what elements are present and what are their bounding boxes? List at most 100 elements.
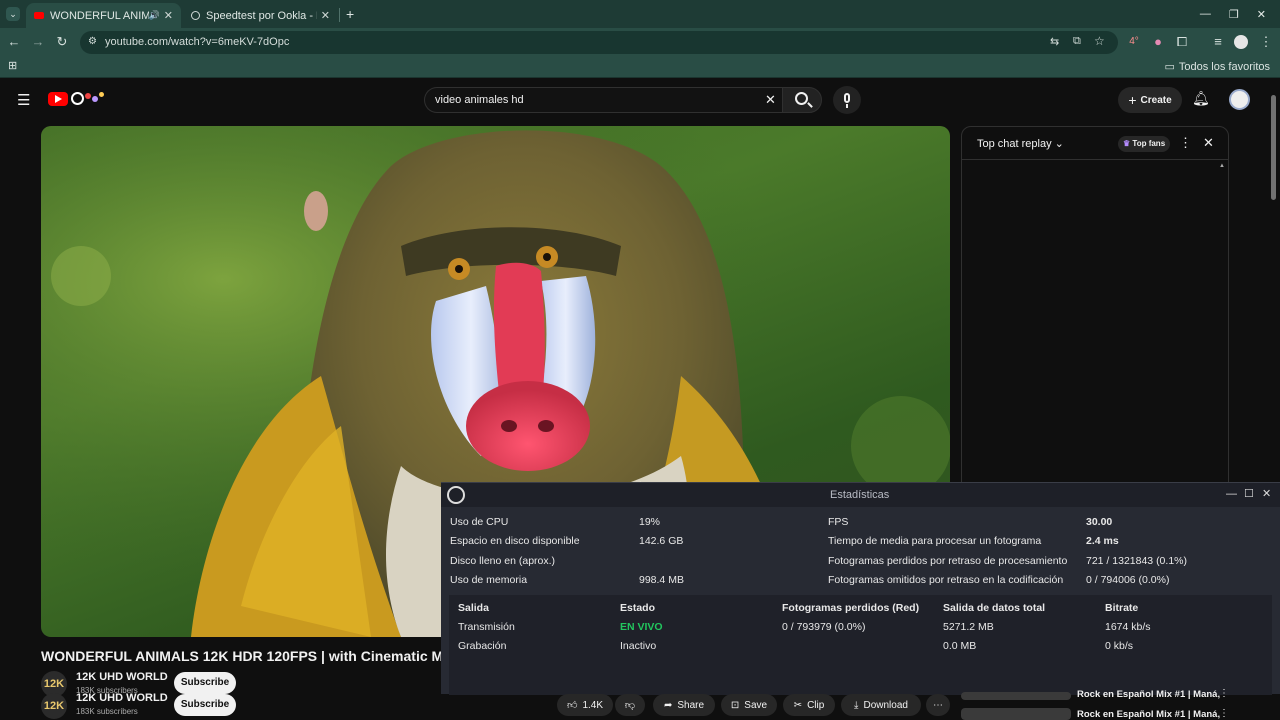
table-cell: Grabación [458,640,507,652]
stat-value: 721 / 1321843 (0.1%) [1086,555,1187,567]
chrome-menu-icon[interactable]: ⋮ [1258,34,1274,50]
bookmarks-bar: ⊞ ▭ Todos los favoritos [0,56,1280,78]
tab-youtube[interactable]: WONDERFUL ANIMA 🔊 ✕ [26,3,181,28]
obs-close-icon[interactable]: ✕ [1262,487,1271,500]
speedtest-favicon-icon [191,11,200,20]
obs-maximize-icon[interactable]: ☐ [1244,487,1254,500]
restore-icon[interactable]: ❐ [1229,8,1239,21]
recommendation-more-icon[interactable]: ⋮ [1219,688,1229,699]
extension-icon[interactable]: ● [1150,34,1166,50]
tab-search-button[interactable]: ⌄ [6,7,20,21]
back-icon[interactable]: ← [6,34,22,50]
voice-search-button[interactable] [833,86,861,114]
tab-label: WONDERFUL ANIMA [50,9,149,22]
share-icon: ➦ [663,699,673,711]
address-bar[interactable]: ⚙ youtube.com/watch?v=6meKV-7dOpc ⇆ ⧉ ☆ [80,31,1118,54]
search-button[interactable] [782,87,822,113]
recommendation-thumbnail[interactable] [961,708,1071,720]
all-bookmarks-folder[interactable]: ▭ Todos los favoritos [1164,60,1270,73]
top-fans-badge[interactable]: ♛ Top fans [1118,136,1171,152]
extensions-puzzle-icon[interactable]: ⧠ [1174,34,1190,50]
notifications-bell-icon[interactable]: 🔔︎ [1192,90,1210,107]
channel-name[interactable]: 12K UHD WORLD [76,671,168,683]
obs-minimize-icon[interactable]: — [1226,488,1237,500]
recommendation-title[interactable]: Rock en Español Mix #1 | Maná, [1077,709,1220,720]
share-button[interactable]: ➦ Share [653,694,715,716]
chat-scroll-up-icon[interactable]: ▲ [1219,163,1225,169]
account-avatar[interactable] [1229,89,1250,110]
stat-label: Fotogramas omitidos por retraso en la co… [828,574,1064,586]
create-label: Create [1140,94,1172,106]
plus-icon: + [1128,92,1137,108]
page-scrollbar[interactable] [1271,95,1276,200]
profile-avatar[interactable] [1234,35,1248,49]
forward-icon[interactable]: → [30,34,46,50]
close-window-icon[interactable]: ✕ [1257,8,1266,21]
recommendation-thumbnail[interactable] [961,692,1071,700]
site-info-icon[interactable]: ⚙ [88,36,97,47]
table-header: Estado [620,602,656,614]
new-tab-icon[interactable]: + [346,6,354,22]
table-cell: 0 / 793979 (0.0%) [782,621,866,633]
dislike-button[interactable]: 👎︎ [615,694,645,716]
subscriber-count-sticky: 183K subscribers [76,707,138,716]
clip-button[interactable]: ✂ Clip [783,694,835,716]
table-header: Fotogramas perdidos (Red) [782,602,920,614]
youtube-header: ☰ video animales hd ✕ + Create 🔔︎ [0,80,1280,120]
top-fans-label: Top fans [1132,139,1166,148]
live-chat-panel: Top chat replay ⌄ ♛ Top fans ⋮ ✕ ▲ [961,126,1229,496]
close-tab-icon[interactable]: ✕ [321,9,330,22]
table-cell: 0.0 MB [943,640,977,652]
share-label: Share [677,699,705,711]
reload-icon[interactable]: ↻ [54,34,70,50]
chevron-down-icon: ⌄ [1054,138,1064,150]
download-button[interactable]: ⤓ Download [841,694,921,716]
chat-mode-dropdown[interactable]: Top chat replay ⌄ [977,137,1064,150]
tab-divider [339,8,340,22]
browser-tab-strip: ⌄ WONDERFUL ANIMA 🔊 ✕ Speedtest por Ookl… [0,0,1280,28]
reading-list-icon[interactable]: ≡ [1210,34,1226,50]
more-actions-button[interactable]: ⋯ [926,694,950,716]
extension-weather-icon[interactable]: 4° [1126,34,1142,50]
create-button[interactable]: + Create [1118,87,1182,113]
stat-label: Uso de memoria [450,574,528,586]
clear-search-icon[interactable]: ✕ [765,92,776,108]
folder-icon: ▭ [1164,61,1175,73]
obs-logo-icon [447,486,465,504]
bookmark-star-icon[interactable]: ☆ [1094,34,1105,48]
table-header: Salida [458,602,489,614]
close-tab-icon[interactable]: ✕ [164,9,173,22]
close-chat-icon[interactable]: ✕ [1203,135,1214,151]
channel-name-sticky[interactable]: 12K UHD WORLD [76,692,168,704]
recommendation-title[interactable]: Rock en Español Mix #1 | Maná, [1077,689,1220,700]
stat-value: 2.4 ms [1086,535,1119,547]
stat-label: Espacio en disco disponible [450,535,580,547]
youtube-logo[interactable] [48,92,68,106]
save-button[interactable]: ⊡ Save [721,694,777,716]
recommendation-more-icon[interactable]: ⋮ [1219,708,1229,719]
table-header: Bitrate [1105,602,1139,614]
bookmark-icon: ⊡ [730,699,740,711]
translate-icon[interactable]: ⇆ [1050,35,1059,48]
apps-grid-icon[interactable]: ⊞ [8,59,17,72]
install-app-icon[interactable]: ⧉ [1073,35,1081,48]
stat-value: 0 / 794006 (0.0%) [1086,574,1170,586]
minimize-icon[interactable]: — [1200,8,1211,20]
clip-label: Clip [807,699,825,711]
window-controls: — ❐ ✕ [1200,0,1280,28]
channel-avatar-sticky[interactable]: 12K [41,693,67,719]
more-icon: ⋯ [933,699,943,711]
stat-label: Uso de CPU [450,516,509,528]
like-button[interactable]: 👍︎ 1.4K [557,694,613,716]
video-title: WONDERFUL ANIMALS 12K HDR 120FPS | with … [41,648,441,664]
speaker-icon[interactable]: 🔊 [149,10,160,21]
hamburger-menu-icon[interactable]: ☰ [17,91,30,109]
subscribe-button[interactable]: Subscribe [174,672,236,694]
subscribe-button-sticky[interactable]: Subscribe [174,694,236,716]
stat-value: 142.6 GB [639,535,684,547]
tab-speedtest[interactable]: Speedtest por Ookla - La ✕ [183,3,338,28]
obs-output-table: Salida Estado Fotogramas perdidos (Red) … [449,595,1272,695]
search-input[interactable]: video animales hd ✕ [424,87,782,113]
chat-more-icon[interactable]: ⋮ [1179,135,1192,151]
table-header: Salida de datos total [943,602,1046,614]
